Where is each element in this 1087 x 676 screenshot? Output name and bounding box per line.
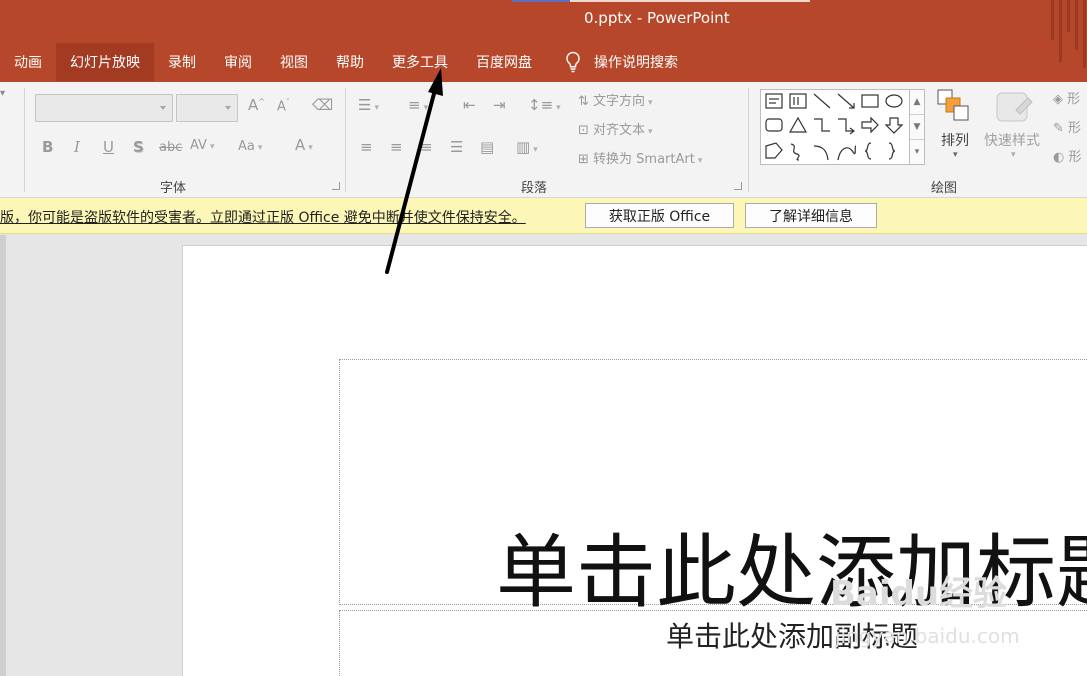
- text-shadow-button[interactable]: S: [133, 138, 144, 156]
- bullets-icon[interactable]: ☰ ▾: [358, 96, 379, 114]
- align-center-icon[interactable]: ≡: [390, 138, 403, 156]
- quick-styles-label: 快速样式: [984, 133, 1040, 149]
- effects-icon: ◐: [1053, 150, 1069, 165]
- gallery-up-icon[interactable]: ▲: [910, 90, 924, 115]
- security-warning-bar: 版，你可能是盗版软件的受害者。立即通过正版 Office 避免中断并使文件保持安…: [0, 198, 1087, 234]
- tab-review[interactable]: 审阅: [210, 43, 266, 81]
- tab-slideshow[interactable]: 幻灯片放映: [56, 43, 154, 81]
- group-separator: [24, 88, 25, 192]
- increase-indent-icon[interactable]: ⇥: [493, 96, 506, 114]
- clear-formatting-icon[interactable]: ⌫: [312, 96, 333, 114]
- paragraph-dialog-launcher[interactable]: [734, 182, 742, 190]
- quick-styles-icon: [996, 92, 1033, 122]
- title-accent: [512, 0, 570, 2]
- security-message[interactable]: 版，你可能是盗版软件的受害者。立即通过正版 Office 避免中断并使文件保持安…: [0, 207, 526, 227]
- collapsed-caret-icon: ▾: [0, 88, 6, 99]
- title-bar: 0.pptx - PowerPoint 动画 幻灯片放映 录制 审阅 视图 帮助…: [0, 0, 1087, 82]
- shape-fill-button[interactable]: ◈ 形: [1053, 88, 1080, 107]
- learn-more-button[interactable]: 了解详细信息: [745, 203, 877, 228]
- group-separator: [748, 88, 749, 192]
- align-right-icon[interactable]: ≡: [420, 138, 433, 156]
- font-group-label: 字体: [160, 181, 187, 196]
- align-left-icon[interactable]: ≡: [360, 138, 373, 156]
- bold-button[interactable]: B: [42, 138, 53, 156]
- shapes-gallery-scroll[interactable]: ▲ ▼ ▾: [909, 89, 925, 165]
- shapes-gallery[interactable]: [760, 89, 910, 165]
- shape-effects-button[interactable]: ◐ 形: [1053, 146, 1082, 165]
- numbering-icon[interactable]: ≡ ▾: [408, 96, 428, 114]
- shape-outline-button[interactable]: ✎ 形: [1053, 117, 1081, 136]
- title-accent-light: [570, 0, 810, 2]
- tab-baidu-netdisk[interactable]: 百度网盘: [462, 43, 546, 81]
- italic-button[interactable]: I: [74, 138, 80, 156]
- get-genuine-office-button[interactable]: 获取正版 Office: [585, 203, 734, 228]
- lightbulb-icon: [566, 51, 580, 73]
- tell-me-search[interactable]: 操作说明搜索: [546, 43, 678, 81]
- columns-icon[interactable]: ▥ ▾: [516, 138, 538, 156]
- ribbon-tabs: 动画 幻灯片放映 录制 审阅 视图 帮助 更多工具 百度网盘 操作说明搜索: [0, 43, 678, 81]
- line-spacing-icon[interactable]: ↕≡ ▾: [528, 96, 561, 114]
- baidu-watermark-url: jingyan.baidu.com: [835, 624, 1020, 648]
- shapes-gallery-icons: [765, 93, 904, 161]
- convert-smartart-button[interactable]: ⊞ 转换为 SmartArt ▾: [578, 148, 702, 167]
- decorative-stripes: [1047, 0, 1087, 70]
- tell-me-label: 操作说明搜索: [594, 55, 678, 71]
- font-color-button[interactable]: A ▾: [295, 136, 313, 154]
- drawing-group-label: 绘图: [931, 181, 958, 196]
- paint-bucket-icon: ◈: [1053, 92, 1068, 107]
- justify-icon[interactable]: ☰: [450, 138, 463, 156]
- font-size-combo[interactable]: [176, 94, 238, 122]
- tab-more-tools[interactable]: 更多工具: [378, 43, 462, 81]
- align-text-button[interactable]: ⊡ 对齐文本 ▾: [578, 119, 653, 138]
- pen-icon: ✎: [1053, 121, 1069, 136]
- tab-help[interactable]: 帮助: [322, 43, 378, 81]
- distributed-icon[interactable]: ▤: [480, 138, 494, 156]
- ribbon: ▾ A^ Aˇ ⌫ B I U S abc AV ▾ Aa ▾ A ▾ 字体 ☰ ▾ ≡…: [0, 82, 1087, 198]
- baidu-watermark: Baidu经验: [830, 574, 1008, 614]
- align-text-icon: ⊡: [578, 123, 594, 138]
- arrange-caret-icon: ▾: [953, 150, 958, 160]
- shrink-font-button[interactable]: Aˇ: [277, 98, 290, 114]
- arrange-icon: [937, 89, 969, 121]
- text-direction-button[interactable]: ⇅ 文字方向 ▾: [578, 90, 653, 109]
- arrange-button[interactable]: [936, 88, 974, 128]
- thumbnail-pane-edge[interactable]: [0, 235, 6, 676]
- text-direction-icon: ⇅: [578, 94, 594, 109]
- quick-styles-button[interactable]: [994, 90, 1034, 128]
- tab-animations[interactable]: 动画: [0, 43, 56, 81]
- font-dialog-launcher[interactable]: [332, 182, 340, 190]
- strikethrough-button[interactable]: abc: [159, 140, 182, 155]
- character-spacing-button[interactable]: AV ▾: [190, 138, 215, 153]
- tab-view[interactable]: 视图: [266, 43, 322, 81]
- change-case-button[interactable]: Aa ▾: [238, 139, 262, 154]
- group-separator: [345, 88, 346, 192]
- window-title: 0.pptx - PowerPoint: [584, 9, 730, 27]
- decrease-indent-icon[interactable]: ⇤: [463, 96, 476, 114]
- tab-record[interactable]: 录制: [154, 43, 210, 81]
- smartart-icon: ⊞: [578, 152, 594, 167]
- grow-font-button[interactable]: A^: [248, 96, 265, 114]
- font-name-combo[interactable]: [35, 94, 173, 122]
- arrange-label: 排列: [941, 133, 969, 149]
- quick-styles-caret-icon: ▾: [1011, 150, 1016, 160]
- gallery-more-icon[interactable]: ▾: [910, 140, 924, 165]
- gallery-down-icon[interactable]: ▼: [910, 115, 924, 140]
- paragraph-group-label: 段落: [521, 181, 548, 196]
- underline-button[interactable]: U: [103, 138, 114, 156]
